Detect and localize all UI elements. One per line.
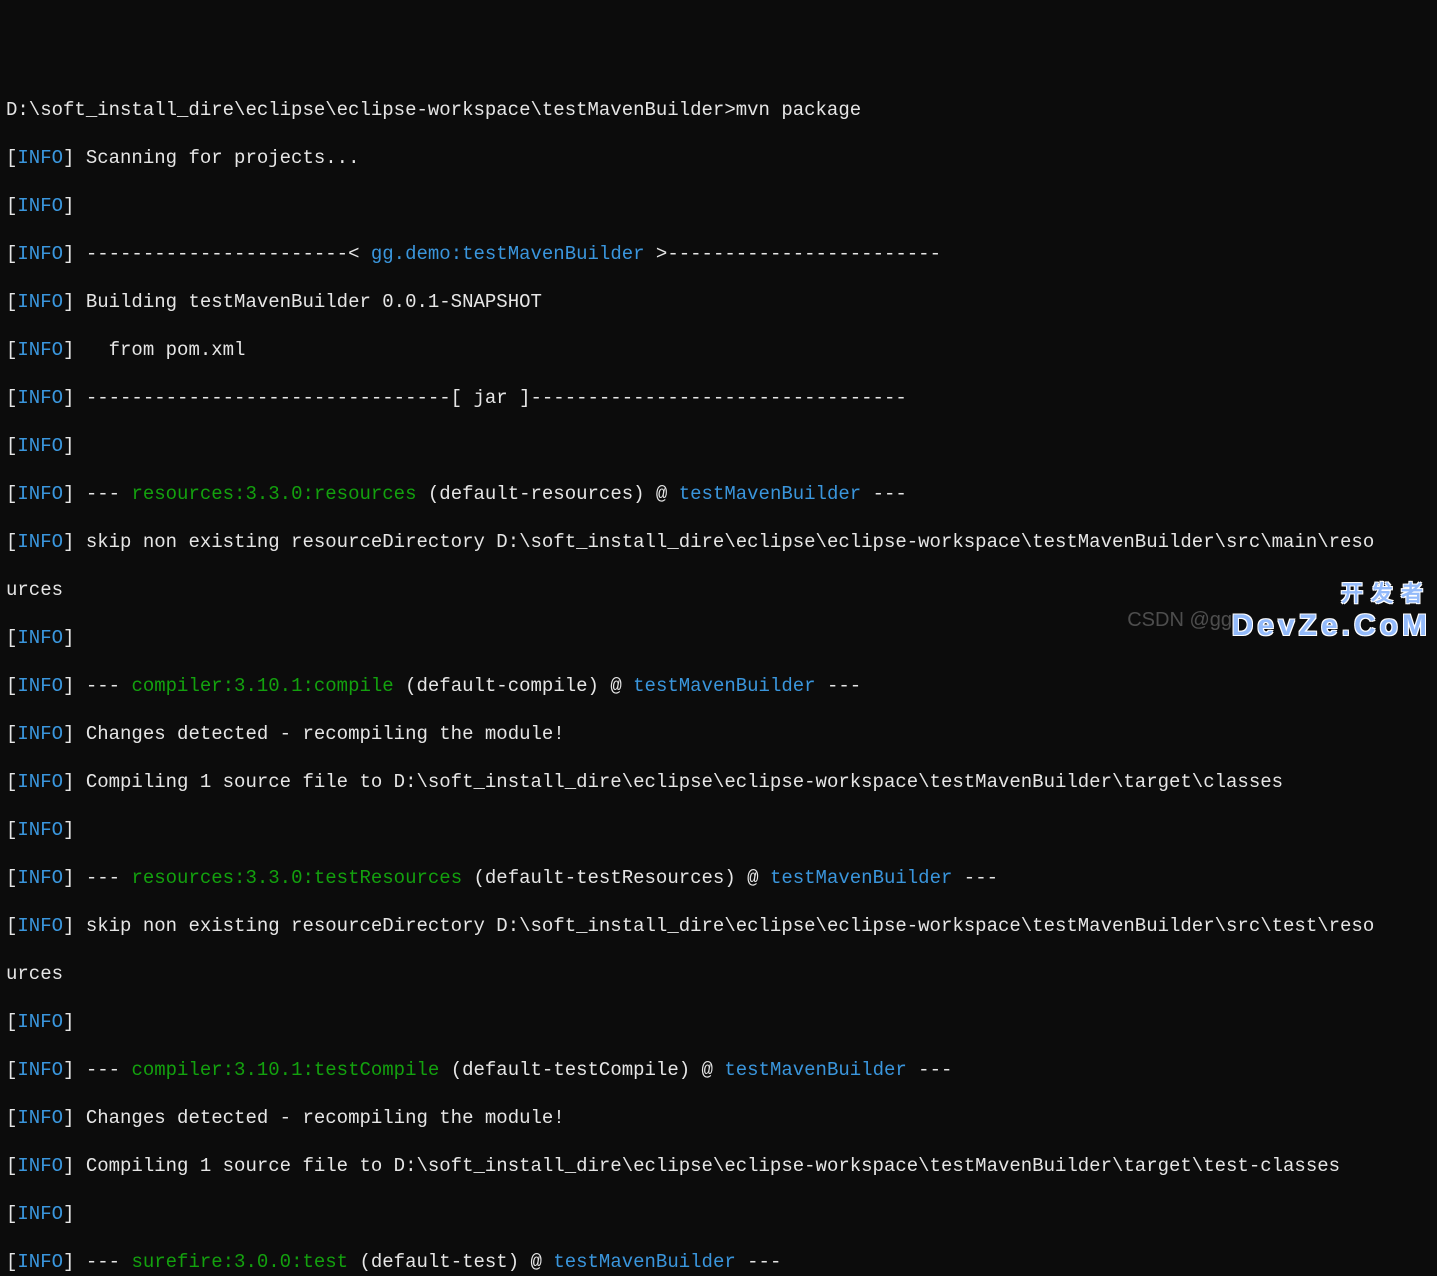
project-id: gg.demo:testMavenBuilder bbox=[371, 243, 645, 265]
log-line: [INFO] Compiling 1 source file to D:\sof… bbox=[6, 770, 1437, 794]
compile-main: Compiling 1 source file to D:\soft_insta… bbox=[74, 771, 1283, 793]
plugin: resources:3.3.0:resources bbox=[131, 483, 416, 505]
log-line: [INFO] skip non existing resourceDirecto… bbox=[6, 530, 1437, 554]
log-line: [INFO] --- compiler:3.10.1:testCompile (… bbox=[6, 1058, 1437, 1082]
log-line: [INFO] Changes detected - recompiling th… bbox=[6, 722, 1437, 746]
wrap: urces bbox=[6, 578, 1437, 602]
changes: Changes detected - recompiling the modul… bbox=[74, 723, 564, 745]
prompt-line: D:\soft_install_dire\eclipse\eclipse-wor… bbox=[6, 98, 1437, 122]
plugin: compiler:3.10.1:testCompile bbox=[131, 1059, 439, 1081]
plugin: surefire:3.0.0:test bbox=[131, 1251, 348, 1273]
plugin: resources:3.3.0:testResources bbox=[131, 867, 462, 889]
command: mvn package bbox=[736, 99, 861, 121]
log-line: [INFO] Scanning for projects... bbox=[6, 146, 1437, 170]
project: testMavenBuilder bbox=[679, 483, 861, 505]
skip-main: skip non existing resourceDirectory D:\s… bbox=[74, 531, 1374, 553]
log-line: [INFO] --- compiler:3.10.1:compile (defa… bbox=[6, 674, 1437, 698]
level-info: INFO bbox=[17, 147, 63, 169]
jar-divider: --------------------------------[ jar ]-… bbox=[74, 387, 906, 409]
compile-test: Compiling 1 source file to D:\soft_insta… bbox=[74, 1155, 1340, 1177]
log-line: [INFO] bbox=[6, 434, 1437, 458]
log-line: [INFO] bbox=[6, 1202, 1437, 1226]
log-line: [INFO] skip non existing resourceDirecto… bbox=[6, 914, 1437, 938]
log-line: [INFO] -----------------------< gg.demo:… bbox=[6, 242, 1437, 266]
log-line: [INFO] from pom.xml bbox=[6, 338, 1437, 362]
log-line: [INFO] bbox=[6, 194, 1437, 218]
from-pom: from pom.xml bbox=[74, 339, 245, 361]
skip-test: skip non existing resourceDirectory D:\s… bbox=[74, 915, 1374, 937]
msg: Scanning for projects... bbox=[74, 147, 359, 169]
log-line: [INFO] bbox=[6, 818, 1437, 842]
wrap: urces bbox=[6, 962, 1437, 986]
log-line: [INFO] --- resources:3.3.0:testResources… bbox=[6, 866, 1437, 890]
log-line: [INFO] bbox=[6, 1010, 1437, 1034]
log-line: [INFO] --- surefire:3.0.0:test (default-… bbox=[6, 1250, 1437, 1274]
log-line: [INFO] Compiling 1 source file to D:\sof… bbox=[6, 1154, 1437, 1178]
log-line: [INFO] bbox=[6, 626, 1437, 650]
log-line: [INFO] --------------------------------[… bbox=[6, 386, 1437, 410]
log-line: [INFO] Building testMavenBuilder 0.0.1-S… bbox=[6, 290, 1437, 314]
log-line: [INFO] Changes detected - recompiling th… bbox=[6, 1106, 1437, 1130]
log-line: [INFO] --- resources:3.3.0:resources (de… bbox=[6, 482, 1437, 506]
building: Building testMavenBuilder 0.0.1-SNAPSHOT bbox=[74, 291, 541, 313]
cwd: D:\soft_install_dire\eclipse\eclipse-wor… bbox=[6, 99, 736, 121]
plugin: compiler:3.10.1:compile bbox=[131, 675, 393, 697]
